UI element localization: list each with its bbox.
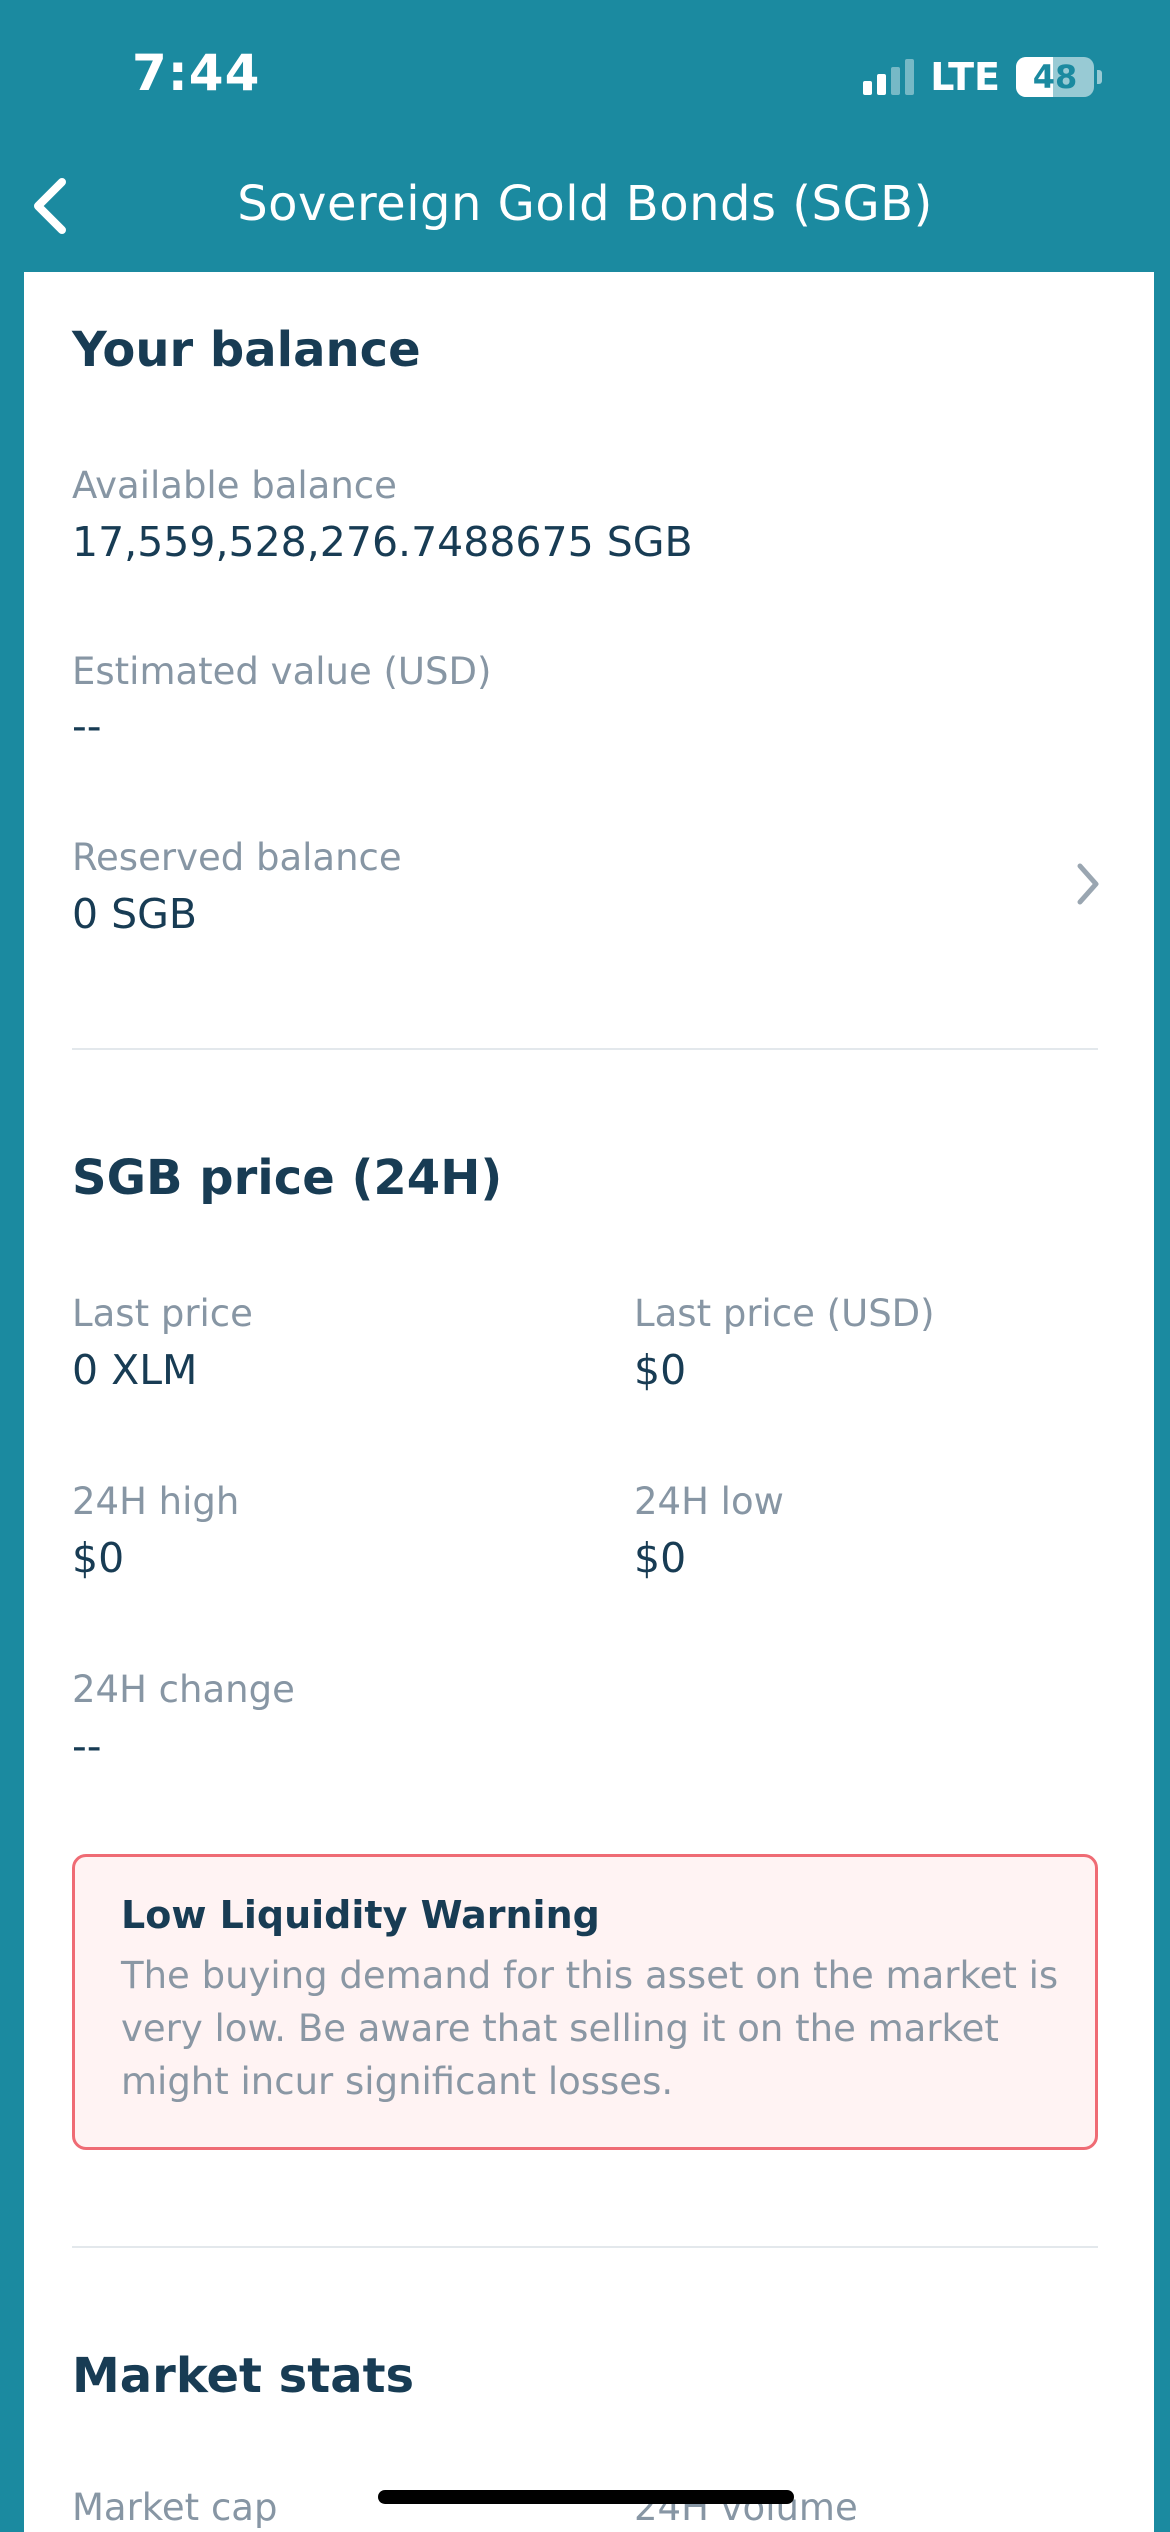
section-divider (72, 1048, 1098, 1050)
price-section-title: SGB price (24H) (72, 1150, 503, 1206)
cellular-signal-icon (863, 59, 915, 95)
warning-title: Low Liquidity Warning (121, 1893, 600, 1937)
estimated-value-value: -- (72, 702, 102, 750)
estimated-value-label: Estimated value (USD) (72, 650, 492, 693)
section-divider (72, 2246, 1098, 2248)
low-liquidity-warning: Low Liquidity Warning The buying demand … (72, 1854, 1098, 2150)
market-cap-label: Market cap (72, 2486, 278, 2529)
available-balance-value: 17,559,528,276.7488675 SGB (72, 518, 693, 566)
battery-level: 48 (1032, 58, 1078, 96)
status-indicators: LTE 48 (863, 52, 1102, 102)
market-section-title: Market stats (72, 2348, 415, 2404)
asset-detail-card: Your balance Available balance 17,559,52… (24, 272, 1154, 2532)
change-24h-value: -- (72, 1722, 102, 1770)
high-24h-label: 24H high (72, 1480, 240, 1523)
home-indicator[interactable] (378, 2490, 794, 2504)
network-type: LTE (930, 55, 1000, 99)
change-24h-label: 24H change (72, 1668, 295, 1711)
page-title: Sovereign Gold Bonds (SGB) (237, 176, 933, 232)
top-header: 7:44 LTE 48 Sovereign Gold Bonds (SGB) (0, 0, 1170, 272)
warning-body: The buying demand for this asset on the … (121, 1954, 1059, 2103)
reserved-balance-row[interactable]: Reserved balance 0 SGB (72, 822, 1118, 938)
low-24h-value: $0 (634, 1534, 687, 1582)
last-price-usd-label: Last price (USD) (634, 1292, 935, 1335)
status-time: 7:44 (132, 44, 261, 102)
available-balance-label: Available balance (72, 464, 397, 507)
reserved-balance-value: 0 SGB (72, 890, 198, 938)
low-24h-label: 24H low (634, 1480, 784, 1523)
high-24h-value: $0 (72, 1534, 125, 1582)
battery-icon: 48 (1016, 57, 1102, 97)
balance-section-title: Your balance (72, 322, 421, 378)
chevron-right-icon (1077, 863, 1099, 905)
last-price-value: 0 XLM (72, 1346, 198, 1394)
last-price-label: Last price (72, 1292, 253, 1335)
last-price-usd-value: $0 (634, 1346, 687, 1394)
reserved-balance-label: Reserved balance (72, 836, 402, 879)
